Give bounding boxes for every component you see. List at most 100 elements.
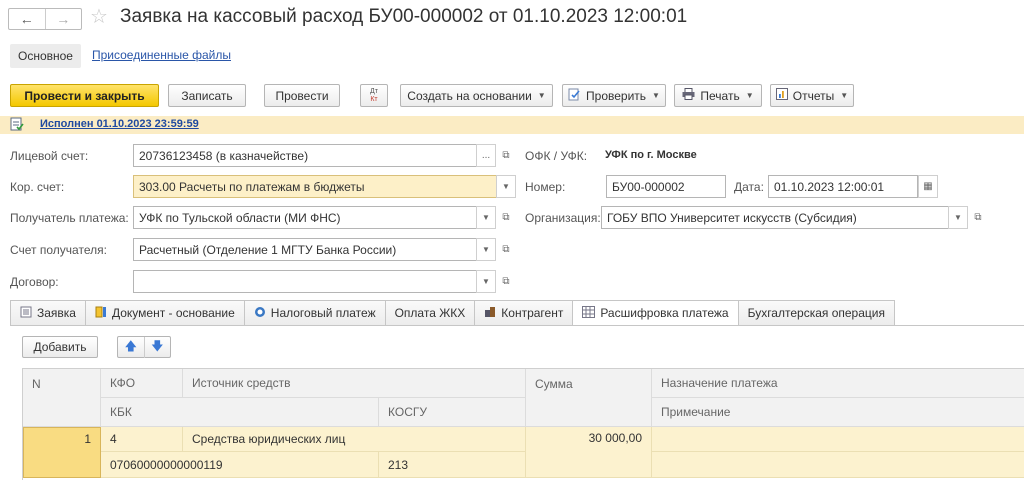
reports-button[interactable]: Отчеты ▼: [770, 84, 854, 107]
header-n[interactable]: N: [23, 369, 101, 427]
open-icon[interactable]: ⧉: [496, 238, 516, 261]
create-based-on-button[interactable]: Создать на основании ▼: [400, 84, 553, 107]
row-purpose-cell[interactable]: [652, 427, 1024, 452]
posted-document-icon: [10, 117, 24, 131]
recipient-account-field[interactable]: Расчетный (Отделение 1 МГТУ Банка России…: [133, 238, 478, 261]
header-kosgu[interactable]: КОСГУ: [379, 398, 526, 427]
save-button[interactable]: Записать: [168, 84, 246, 107]
chevron-down-icon: ▼: [482, 277, 490, 286]
personal-account-field[interactable]: 20736123458 (в казначействе): [133, 144, 478, 167]
open-icon[interactable]: ⧉: [496, 206, 516, 229]
tab-request[interactable]: Заявка: [10, 300, 85, 326]
recipient-label: Получатель платежа:: [10, 211, 129, 225]
table-icon: [582, 305, 596, 321]
section-main[interactable]: Основное: [10, 44, 81, 68]
tab-payment-breakdown-label: Расшифровка платежа: [600, 306, 729, 320]
tab-counterparty[interactable]: Контрагент: [474, 300, 573, 326]
chevron-down-icon: ▼: [652, 91, 660, 100]
organization-label: Организация:: [525, 211, 601, 225]
move-down-button[interactable]: 🡇: [143, 336, 171, 358]
document-icon: [20, 306, 32, 321]
tab-accounting-operation-label: Бухгалтерская операция: [747, 306, 885, 320]
header-kbk[interactable]: КБК: [101, 398, 379, 427]
base-document-icon: [95, 306, 107, 321]
header-note[interactable]: Примечание: [652, 398, 1024, 427]
post-and-close-button[interactable]: Провести и закрыть: [10, 84, 159, 107]
row-kfo-cell[interactable]: 4: [101, 427, 183, 452]
number-label: Номер:: [525, 180, 566, 194]
page-title: Заявка на кассовый расход БУ00-000002 от…: [120, 6, 688, 27]
arrow-up-icon: 🡅: [124, 338, 137, 353]
open-icon[interactable]: ⧉: [968, 206, 988, 229]
kor-account-dropdown[interactable]: ▼: [496, 175, 516, 198]
organization-field[interactable]: ГОБУ ВПО Университет искусств (Субсидия): [601, 206, 950, 229]
header-source[interactable]: Источник средств: [183, 369, 526, 398]
tab-payment-breakdown[interactable]: Расшифровка платежа: [572, 300, 738, 326]
move-buttons: 🡅 🡇: [117, 336, 171, 358]
select-ellipsis-button[interactable]: ...: [476, 144, 496, 167]
date-field[interactable]: 01.10.2023 12:00:01: [768, 175, 918, 198]
check-button[interactable]: Проверить ▼: [562, 84, 666, 107]
forward-button[interactable]: →: [44, 9, 82, 29]
printer-icon: [682, 88, 695, 103]
tab-accounting-operation[interactable]: Бухгалтерская операция: [737, 300, 895, 326]
calendar-button[interactable]: ▦: [918, 175, 938, 198]
create-based-on-label: Создать на основании: [407, 88, 532, 103]
header-purpose[interactable]: Назначение платежа: [652, 369, 1024, 398]
ofk-value: УФК по г. Москве: [605, 149, 697, 161]
section-attached-files[interactable]: Присоединенные файлы: [92, 48, 231, 62]
tax-icon: [254, 306, 266, 321]
kor-account-label: Кор. счет:: [10, 180, 65, 194]
reports-label: Отчеты: [792, 88, 835, 103]
open-icon[interactable]: ⧉: [496, 270, 516, 293]
add-row-button[interactable]: Добавить: [22, 336, 98, 358]
contract-label: Договор:: [10, 275, 59, 289]
dt-kt-icon-top: Дт: [370, 87, 378, 95]
recipient-field[interactable]: УФК по Тульской области (МИ ФНС): [133, 206, 478, 229]
counterparty-icon: [484, 306, 496, 321]
row-source-cell[interactable]: Средства юридических лиц: [183, 427, 526, 452]
post-button[interactable]: Провести: [264, 84, 340, 107]
move-up-button[interactable]: 🡅: [118, 337, 144, 358]
nav-buttons: ← →: [8, 8, 82, 30]
contract-field[interactable]: [133, 270, 478, 293]
recipient-account-dropdown[interactable]: ▼: [476, 238, 496, 261]
arrow-right-icon: →: [56, 11, 71, 27]
status-bar: Исполнен 01.10.2023 23:59:59: [0, 116, 1024, 134]
tab-counterparty-label: Контрагент: [501, 306, 564, 320]
recipient-dropdown[interactable]: ▼: [476, 206, 496, 229]
print-button[interactable]: Печать ▼: [674, 84, 762, 107]
arrow-left-icon: ←: [19, 11, 34, 27]
row-kosgu-cell[interactable]: 213: [379, 452, 526, 478]
kor-account-field[interactable]: 303.00 Расчеты по платежам в бюджеты: [133, 175, 497, 198]
chevron-down-icon: ▼: [745, 91, 754, 100]
row-number-cell[interactable]: 1: [23, 427, 101, 478]
arrow-down-icon: 🡇: [151, 338, 164, 353]
tab-tax-payment[interactable]: Налоговый платеж: [243, 300, 385, 326]
check-doc-icon: [568, 88, 581, 104]
row-note-cell[interactable]: [652, 452, 1024, 478]
status-executed-link[interactable]: Исполнен 01.10.2023 23:59:59: [40, 118, 199, 130]
header-sum[interactable]: Сумма: [526, 369, 652, 427]
report-icon: [775, 88, 788, 103]
row-kbk-cell[interactable]: 07060000000000119: [101, 452, 379, 478]
row-sum-cell[interactable]: 30 000,00: [526, 427, 652, 478]
favorite-star-icon[interactable]: ☆: [90, 5, 108, 29]
tab-base-document[interactable]: Документ - основание: [84, 300, 244, 326]
chevron-down-icon: ▼: [840, 91, 849, 100]
tab-utilities[interactable]: Оплата ЖКХ: [384, 300, 475, 326]
check-label: Проверить: [586, 88, 647, 103]
recipient-account-label: Счет получателя:: [10, 243, 107, 257]
number-field[interactable]: БУ00-000002: [606, 175, 726, 198]
tab-bar: Заявка Документ - основание Налоговый пл…: [10, 300, 895, 326]
chevron-down-icon: ▼: [482, 245, 490, 254]
tab-utilities-label: Оплата ЖКХ: [394, 306, 466, 320]
chevron-down-icon: ▼: [954, 213, 962, 222]
back-button[interactable]: ←: [9, 9, 45, 29]
contract-dropdown[interactable]: ▼: [476, 270, 496, 293]
open-icon[interactable]: ⧉: [496, 144, 516, 167]
organization-dropdown[interactable]: ▼: [948, 206, 968, 229]
chevron-down-icon: ▼: [537, 91, 546, 100]
dt-kt-button[interactable]: Дт Кт: [360, 84, 388, 107]
header-kfo[interactable]: КФО: [101, 369, 183, 398]
